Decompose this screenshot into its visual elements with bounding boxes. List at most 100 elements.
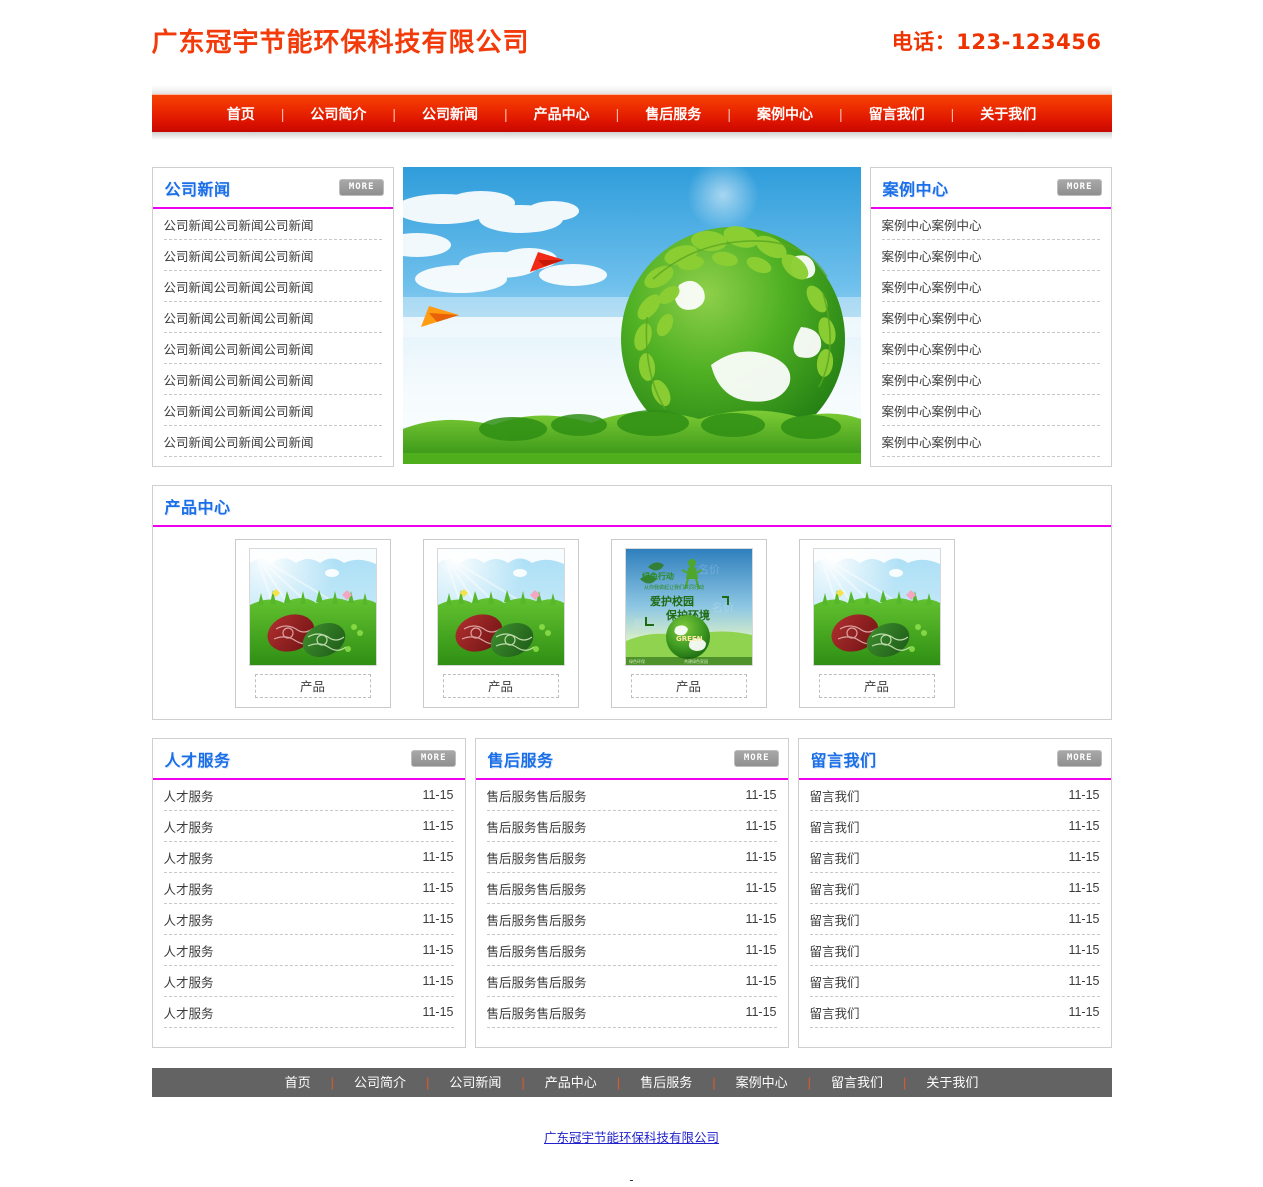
list-item-title: 案例中心案例中心 xyxy=(882,401,982,420)
footer-nav-item-4[interactable]: 产品中心 xyxy=(525,1068,617,1097)
nav-item-3[interactable]: 公司新闻 xyxy=(396,95,504,133)
product-thumbnail-easter-eggs-grass[interactable] xyxy=(249,548,377,666)
list-item[interactable]: 人才服务11-15 xyxy=(164,966,454,997)
list-item-title: 公司新闻公司新闻公司新闻 xyxy=(164,401,314,420)
footer-company-link[interactable]: 广东冠宇节能环保科技有限公司 xyxy=(544,1131,719,1145)
footer-nav-item-1[interactable]: 首页 xyxy=(265,1068,331,1097)
company-name-logo: 广东冠宇节能环保科技有限公司 xyxy=(152,22,530,59)
news-more-button[interactable]: MORE xyxy=(339,179,384,196)
product-thumbnail-green-campus-poster[interactable]: 名价名价侧 绿色行动 从你我做起让我们共同行动 爱护校园 保护环境 GREEN … xyxy=(625,548,753,666)
nav-item-2[interactable]: 公司简介 xyxy=(284,95,392,133)
nav-item-8[interactable]: 关于我们 xyxy=(954,95,1062,133)
list-item[interactable]: 人才服务11-15 xyxy=(164,904,454,935)
list-item[interactable]: 留言我们11-15 xyxy=(810,904,1100,935)
product-card[interactable]: 产品 xyxy=(235,539,391,708)
nav-item-6[interactable]: 案例中心 xyxy=(731,95,839,133)
list-item[interactable]: 公司新闻公司新闻公司新闻 xyxy=(164,426,382,457)
list-item[interactable]: 售后服务售后服务11-15 xyxy=(487,935,777,966)
list-item[interactable]: 售后服务售后服务11-15 xyxy=(487,997,777,1028)
list-item[interactable]: 售后服务售后服务11-15 xyxy=(487,811,777,842)
list-item-title: 售后服务售后服务 xyxy=(487,786,587,805)
list-item[interactable]: 公司新闻公司新闻公司新闻 xyxy=(164,333,382,364)
list-item-date: 11-15 xyxy=(1058,943,1099,957)
list-item[interactable]: 人才服务11-15 xyxy=(164,997,454,1028)
list-item[interactable]: 人才服务11-15 xyxy=(164,935,454,966)
nav-item-1[interactable]: 首页 xyxy=(201,95,281,133)
list-item-title: 案例中心案例中心 xyxy=(882,215,982,234)
list-item[interactable]: 案例中心案例中心 xyxy=(882,426,1100,457)
product-label[interactable]: 产品 xyxy=(819,674,935,698)
list-item-date: 11-15 xyxy=(735,819,776,833)
list-item[interactable]: 留言我们11-15 xyxy=(810,997,1100,1028)
list-item-title: 留言我们 xyxy=(810,848,860,867)
list-item-title: 售后服务售后服务 xyxy=(487,972,587,991)
list-item[interactable]: 人才服务11-15 xyxy=(164,811,454,842)
product-label[interactable]: 产品 xyxy=(631,674,747,698)
list-item[interactable]: 案例中心案例中心 xyxy=(882,395,1100,426)
svg-text:从你我做起让我们共同行动: 从你我做起让我们共同行动 xyxy=(644,584,704,591)
product-card-row: 产品 产品 名价名价侧 xyxy=(153,527,1111,719)
product-thumbnail-easter-eggs-grass[interactable] xyxy=(437,548,565,666)
nav-bottom-shadow xyxy=(152,132,1112,140)
list-item-title: 案例中心案例中心 xyxy=(882,277,982,296)
list-item[interactable]: 人才服务11-15 xyxy=(164,873,454,904)
list-item[interactable]: 人才服务11-15 xyxy=(164,780,454,811)
product-label[interactable]: 产品 xyxy=(255,674,371,698)
footer-nav-item-6[interactable]: 案例中心 xyxy=(716,1068,808,1097)
list-item[interactable]: 售后服务售后服务11-15 xyxy=(487,966,777,997)
product-card[interactable]: 名价名价侧 绿色行动 从你我做起让我们共同行动 爱护校园 保护环境 GREEN … xyxy=(611,539,767,708)
top-nav-wrapper: 首页|公司简介|公司新闻|产品中心|售后服务|案例中心|留言我们|关于我们 xyxy=(152,85,1112,140)
list-item[interactable]: 人才服务11-15 xyxy=(164,842,454,873)
list-item-title: 案例中心案例中心 xyxy=(882,246,982,265)
list-item[interactable]: 售后服务售后服务11-15 xyxy=(487,873,777,904)
list-item[interactable]: 留言我们11-15 xyxy=(810,873,1100,904)
footer-nav-item-7[interactable]: 留言我们 xyxy=(811,1068,903,1097)
list-item[interactable]: 公司新闻公司新闻公司新闻 xyxy=(164,395,382,426)
list-item[interactable]: 公司新闻公司新闻公司新闻 xyxy=(164,209,382,240)
list-item[interactable]: 留言我们11-15 xyxy=(810,780,1100,811)
footer-dash: - xyxy=(152,1173,1112,1187)
list-item-title: 售后服务售后服务 xyxy=(487,1003,587,1022)
list-item[interactable]: 留言我们11-15 xyxy=(810,966,1100,997)
case-more-button[interactable]: MORE xyxy=(1057,179,1102,196)
product-label[interactable]: 产品 xyxy=(443,674,559,698)
nav-item-7[interactable]: 留言我们 xyxy=(843,95,951,133)
list-item[interactable]: 案例中心案例中心 xyxy=(882,209,1100,240)
list-item[interactable]: 公司新闻公司新闻公司新闻 xyxy=(164,364,382,395)
nav-separator: | xyxy=(951,95,955,133)
talent-more-button[interactable]: MORE xyxy=(411,750,456,767)
list-item[interactable]: 案例中心案例中心 xyxy=(882,271,1100,302)
footer-nav-item-3[interactable]: 公司新闻 xyxy=(429,1068,521,1097)
product-thumbnail-easter-eggs-grass[interactable] xyxy=(813,548,941,666)
list-item-title: 留言我们 xyxy=(810,1003,860,1022)
service-more-button[interactable]: MORE xyxy=(734,750,779,767)
product-card[interactable]: 产品 xyxy=(799,539,955,708)
list-item[interactable]: 售后服务售后服务11-15 xyxy=(487,842,777,873)
list-item[interactable]: 案例中心案例中心 xyxy=(882,302,1100,333)
nav-separator: | xyxy=(504,95,508,133)
footer-nav-item-8[interactable]: 关于我们 xyxy=(906,1068,998,1097)
list-item[interactable]: 留言我们11-15 xyxy=(810,811,1100,842)
message-more-button[interactable]: MORE xyxy=(1057,750,1102,767)
nav-item-4[interactable]: 产品中心 xyxy=(508,95,616,133)
nav-item-5[interactable]: 售后服务 xyxy=(619,95,727,133)
service-panel: 售后服务 MORE 售后服务售后服务11-15售后服务售后服务11-15售后服务… xyxy=(475,738,789,1048)
list-item-date: 11-15 xyxy=(412,819,453,833)
list-item[interactable]: 售后服务售后服务11-15 xyxy=(487,904,777,935)
list-item[interactable]: 公司新闻公司新闻公司新闻 xyxy=(164,302,382,333)
footer-nav-item-5[interactable]: 售后服务 xyxy=(620,1068,712,1097)
list-item[interactable]: 案例中心案例中心 xyxy=(882,333,1100,364)
nav-separator: | xyxy=(727,95,731,133)
footer-nav-item-2[interactable]: 公司简介 xyxy=(334,1068,426,1097)
page-body: 公司新闻 MORE 公司新闻公司新闻公司新闻公司新闻公司新闻公司新闻公司新闻公司… xyxy=(152,167,1112,1187)
list-item[interactable]: 留言我们11-15 xyxy=(810,842,1100,873)
list-item[interactable]: 留言我们11-15 xyxy=(810,935,1100,966)
list-item[interactable]: 案例中心案例中心 xyxy=(882,240,1100,271)
product-card[interactable]: 产品 xyxy=(423,539,579,708)
list-item[interactable]: 售后服务售后服务11-15 xyxy=(487,780,777,811)
list-item[interactable]: 公司新闻公司新闻公司新闻 xyxy=(164,271,382,302)
products-panel-title: 产品中心 xyxy=(165,494,231,518)
list-item[interactable]: 案例中心案例中心 xyxy=(882,364,1100,395)
list-item-title: 公司新闻公司新闻公司新闻 xyxy=(164,432,314,451)
list-item[interactable]: 公司新闻公司新闻公司新闻 xyxy=(164,240,382,271)
